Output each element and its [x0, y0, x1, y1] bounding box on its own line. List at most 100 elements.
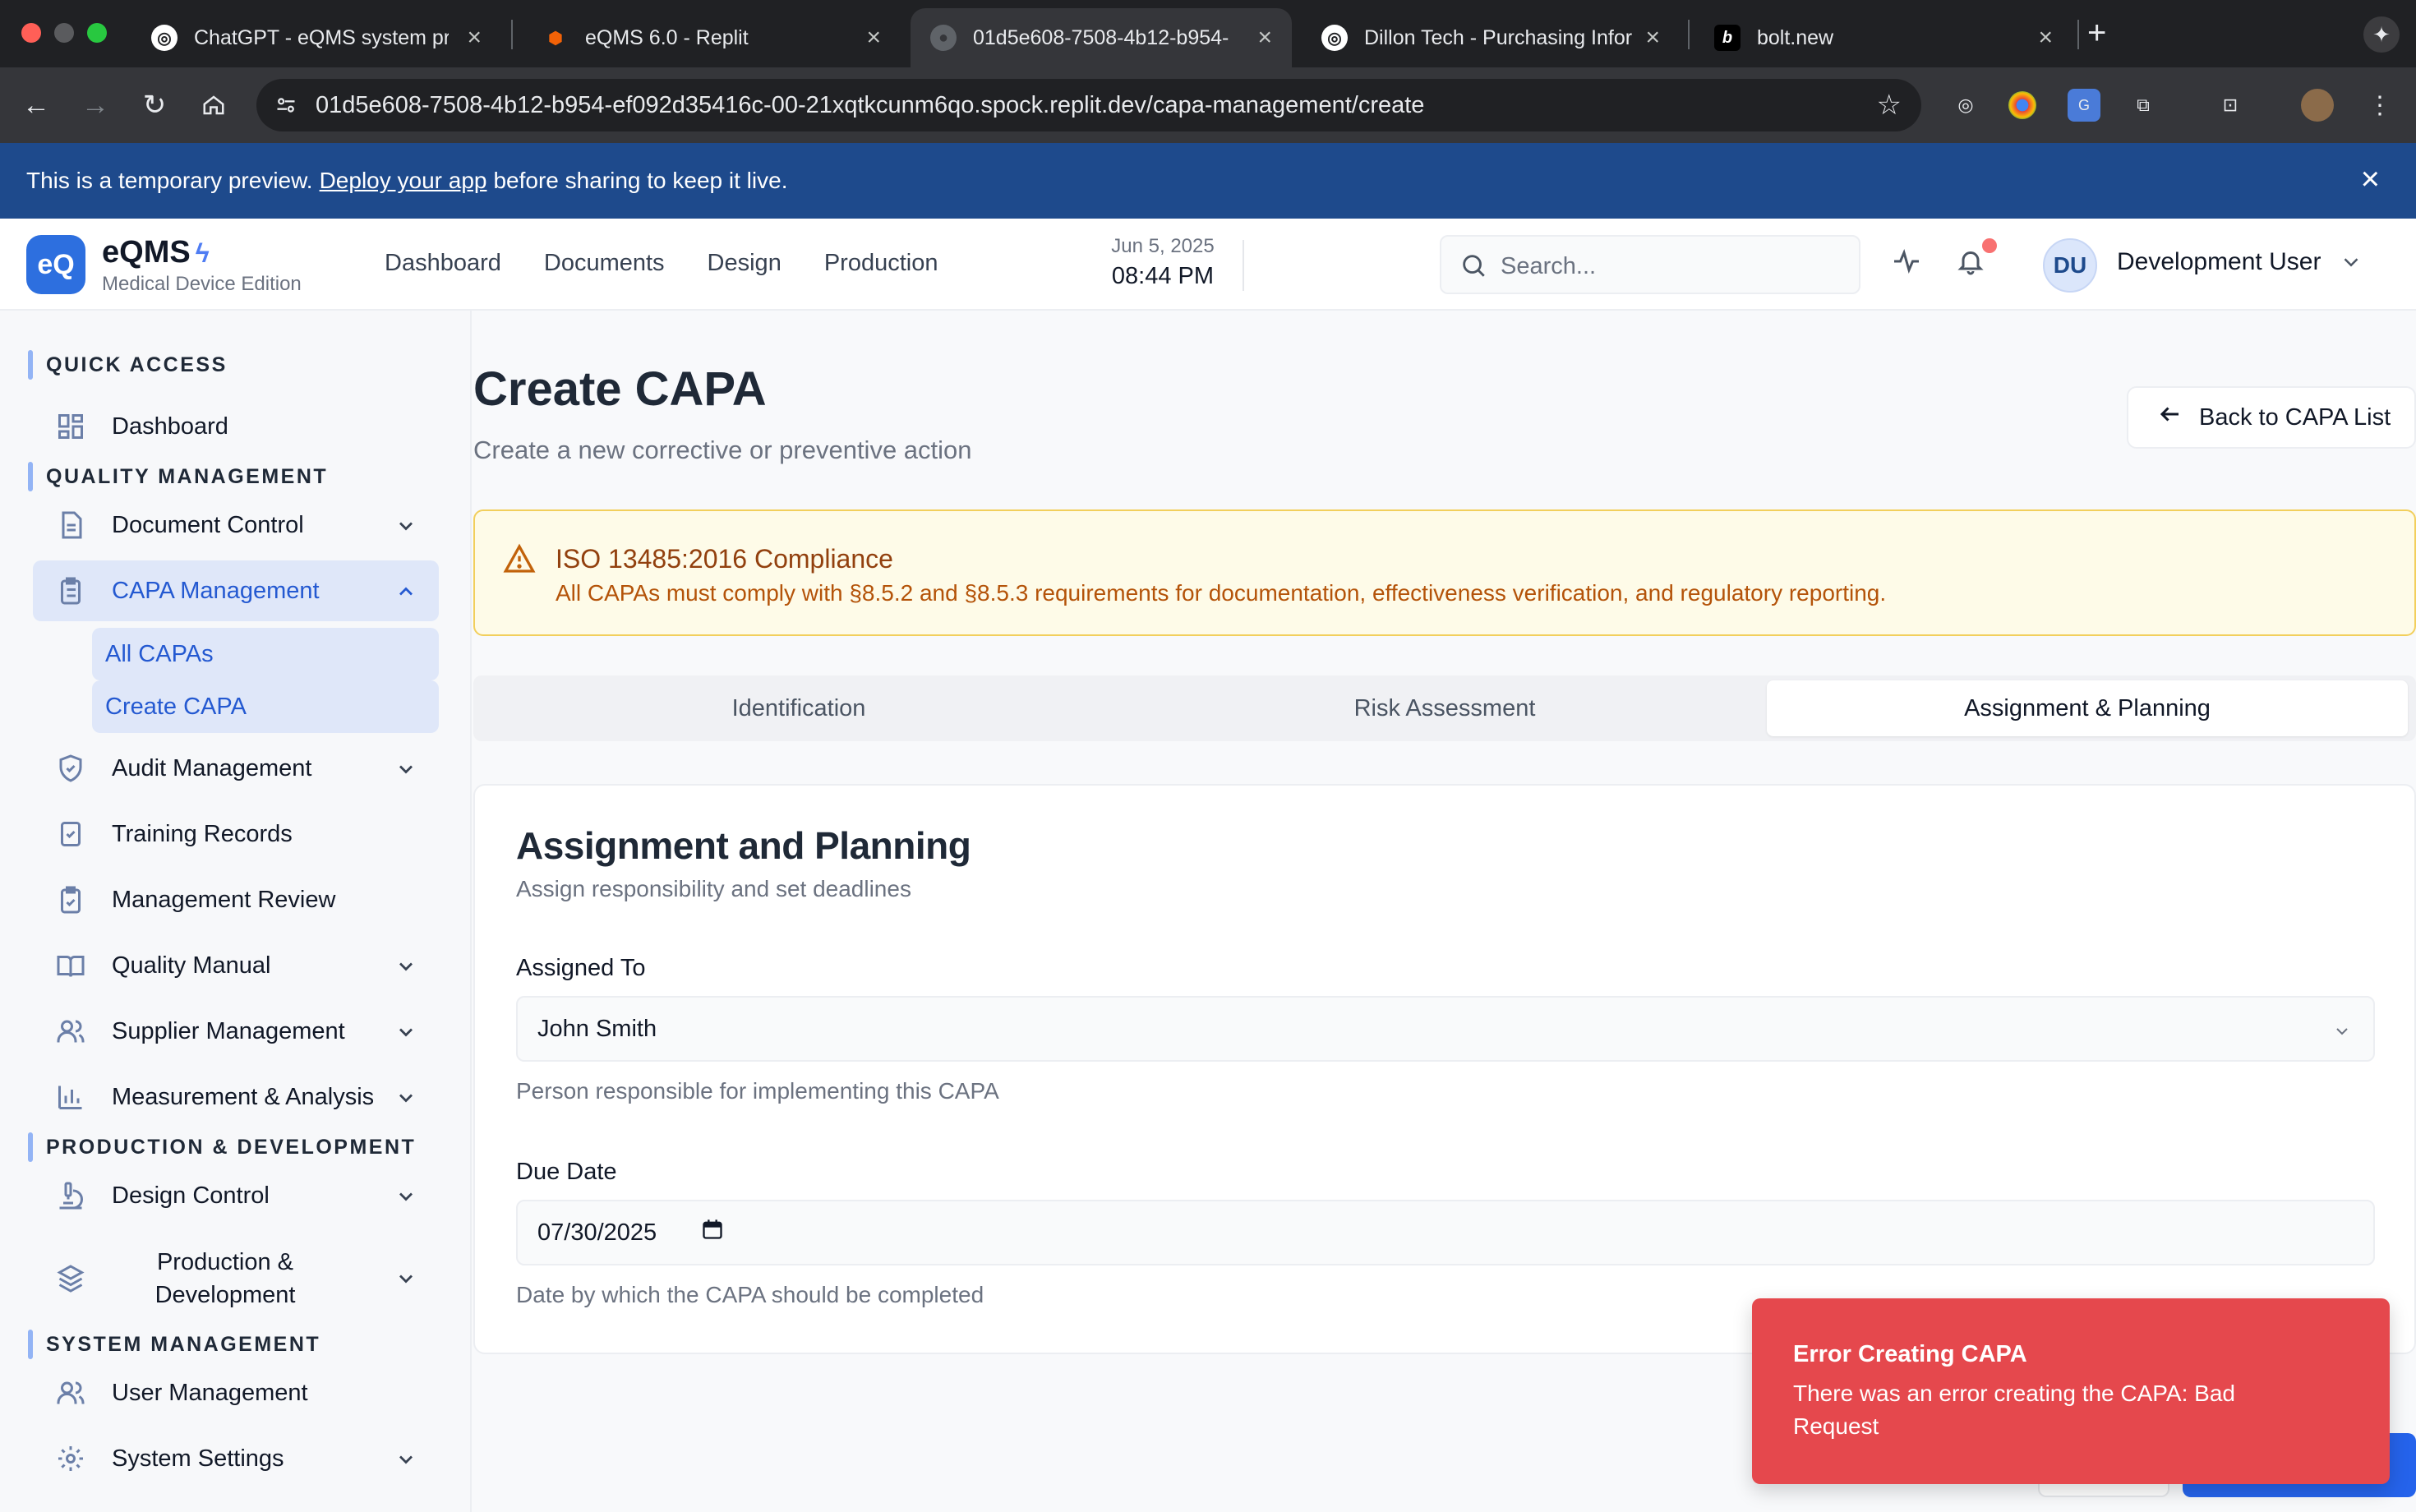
- chevron-down-icon[interactable]: [394, 1021, 417, 1050]
- arrow-left-icon: [2158, 402, 2183, 433]
- sidebar-item-label: Design Control: [112, 1182, 270, 1209]
- chevron-down-icon[interactable]: [394, 758, 417, 787]
- sidebar-item-label: Supplier Management: [112, 1017, 345, 1044]
- chevron-down-icon[interactable]: [2339, 250, 2363, 279]
- window-close-dot[interactable]: [21, 23, 41, 43]
- sidebar-item-design-control[interactable]: Design Control: [33, 1165, 439, 1226]
- chevron-up-icon[interactable]: [394, 580, 417, 610]
- chevron-down-icon[interactable]: [394, 955, 417, 984]
- sidebar-item-management-review[interactable]: Management Review: [33, 869, 439, 930]
- sidebar: QUICK ACCESS Dashboard QUALITY MANAGEMEN…: [0, 311, 472, 1512]
- error-toast[interactable]: Error Creating CAPA There was an error c…: [1752, 1298, 2390, 1484]
- search-icon: [1459, 251, 1487, 284]
- nav-design[interactable]: Design: [708, 250, 782, 277]
- browser-tab-3-active[interactable]: ● 01d5e608-7508-4b12-b954- ×: [911, 8, 1292, 67]
- sidebar-item-training-records[interactable]: Training Records: [33, 804, 439, 864]
- nav-dashboard[interactable]: Dashboard: [385, 250, 501, 277]
- brand-name: eQMS: [102, 235, 191, 270]
- sidebar-item-audit-management[interactable]: Audit Management: [33, 738, 439, 799]
- nav-documents[interactable]: Documents: [544, 250, 665, 277]
- chevron-down-icon[interactable]: [394, 514, 417, 544]
- avatar[interactable]: DU: [2043, 238, 2097, 293]
- sidebar-item-measurement-analysis[interactable]: Measurement & Analysis: [33, 1067, 439, 1127]
- chevron-down-icon[interactable]: [394, 1267, 417, 1297]
- tab-assignment-planning[interactable]: Assignment & Planning: [1767, 680, 2408, 736]
- sparkle-icon[interactable]: ✦: [2363, 16, 2400, 53]
- nav-production[interactable]: Production: [824, 250, 938, 277]
- assigned-to-label: Assigned To: [516, 955, 646, 981]
- chrome-extension-icon[interactable]: [2008, 91, 2036, 119]
- translate-icon[interactable]: G: [2068, 89, 2100, 122]
- assigned-to-select[interactable]: John Smith: [516, 996, 2375, 1062]
- calendar-icon[interactable]: [701, 1218, 724, 1247]
- sidebar-item-capa-management[interactable]: CAPA Management: [33, 560, 439, 621]
- page-subtitle: Create a new corrective or preventive ac…: [473, 436, 972, 464]
- sidebar-item-label: Production & Development: [127, 1246, 324, 1311]
- home-icon[interactable]: [196, 87, 232, 123]
- close-icon[interactable]: ×: [1645, 24, 1660, 52]
- reload-icon[interactable]: ↻: [136, 87, 173, 123]
- users-icon: [54, 1015, 87, 1048]
- close-icon[interactable]: ×: [2361, 161, 2380, 198]
- gear-icon: [54, 1442, 87, 1475]
- user-name[interactable]: Development User: [2117, 248, 2321, 276]
- sidebar-item-supplier-management[interactable]: Supplier Management: [33, 1001, 439, 1062]
- clipboard-check-icon: [54, 883, 87, 916]
- chevron-down-icon[interactable]: [394, 1086, 417, 1116]
- close-icon[interactable]: ×: [866, 24, 881, 52]
- search-placeholder: Search...: [1501, 253, 1597, 279]
- tab-separator: [511, 20, 513, 49]
- more-menu-icon[interactable]: ⋮: [2363, 89, 2396, 122]
- tab-risk-assessment[interactable]: Risk Assessment: [1124, 680, 1765, 736]
- window-minimize-dot[interactable]: [54, 23, 74, 43]
- tab-identification[interactable]: Identification: [478, 680, 1119, 736]
- chevron-down-icon[interactable]: [394, 1185, 417, 1215]
- window-maximize-dot[interactable]: [87, 23, 107, 43]
- url-text[interactable]: 01d5e608-7508-4b12-b954-ef092d35416c-00-…: [316, 92, 1424, 119]
- sidebar-item-label: Quality Manual: [112, 952, 271, 979]
- browser-tab-2[interactable]: ⬢ eQMS 6.0 - Replit ×: [523, 8, 901, 67]
- sidebar-item-quality-manual[interactable]: Quality Manual: [33, 935, 439, 996]
- browser-tab-1[interactable]: ◎ ChatGPT - eQMS system pro ×: [131, 8, 501, 67]
- activity-icon[interactable]: [1892, 247, 1921, 280]
- sidebar-subitem-all-capas[interactable]: All CAPAs: [92, 628, 439, 680]
- close-icon[interactable]: ×: [1257, 24, 1272, 52]
- file-check-icon: [54, 818, 87, 850]
- tab-search-icon[interactable]: ⊡: [2214, 89, 2247, 122]
- browser-tab-4[interactable]: ◎ Dillon Tech - Purchasing Infor ×: [1302, 8, 1680, 67]
- assignment-planning-card: Assignment and Planning Assign responsib…: [473, 784, 2416, 1354]
- back-to-capa-list-button[interactable]: Back to CAPA List: [2127, 386, 2416, 449]
- section-quick-access: QUICK ACCESS: [28, 350, 228, 380]
- assigned-to-value: John Smith: [537, 1015, 657, 1042]
- banner-text-before: This is a temporary preview.: [26, 168, 313, 193]
- openai-extension-icon[interactable]: ◎: [1949, 89, 1982, 122]
- sidebar-item-production-development[interactable]: Production & Development: [33, 1239, 439, 1318]
- sidebar-item-user-management[interactable]: User Management: [33, 1362, 439, 1423]
- back-arrow-icon[interactable]: ←: [18, 87, 54, 123]
- deploy-link[interactable]: Deploy your app: [320, 168, 487, 194]
- app-logo[interactable]: eQ: [26, 235, 85, 294]
- bookmark-star-icon[interactable]: ☆: [1877, 89, 1902, 122]
- due-date-input[interactable]: 07/30/2025: [516, 1200, 2375, 1265]
- sidebar-item-dashboard[interactable]: Dashboard: [33, 396, 439, 457]
- sidebar-item-document-control[interactable]: Document Control: [33, 495, 439, 555]
- sidebar-subitem-create-capa[interactable]: Create CAPA: [92, 680, 439, 733]
- chevron-down-icon[interactable]: [394, 1448, 417, 1477]
- sidebar-item-system-settings[interactable]: System Settings: [33, 1428, 439, 1489]
- profile-avatar-icon[interactable]: [2301, 89, 2334, 122]
- site-settings-icon[interactable]: [271, 90, 301, 120]
- bell-icon[interactable]: [1956, 247, 1985, 280]
- close-icon[interactable]: ×: [2038, 24, 2053, 52]
- forward-arrow-icon[interactable]: →: [77, 87, 113, 123]
- tab-label: eQMS 6.0 - Replit: [585, 25, 749, 49]
- new-tab-icon[interactable]: +: [2087, 15, 2106, 52]
- address-bar[interactable]: 01d5e608-7508-4b12-b954-ef092d35416c-00-…: [256, 79, 1921, 131]
- puzzle-extensions-icon[interactable]: ⧉: [2127, 89, 2160, 122]
- tab-separator: [1688, 20, 1690, 49]
- search-input[interactable]: Search...: [1440, 235, 1860, 294]
- browser-tab-5[interactable]: b bolt.new ×: [1694, 8, 2073, 67]
- label-line-2: Development: [154, 1282, 296, 1308]
- page-title: Create CAPA: [473, 362, 767, 416]
- sidebar-item-label: User Management: [112, 1379, 308, 1406]
- close-icon[interactable]: ×: [467, 24, 482, 52]
